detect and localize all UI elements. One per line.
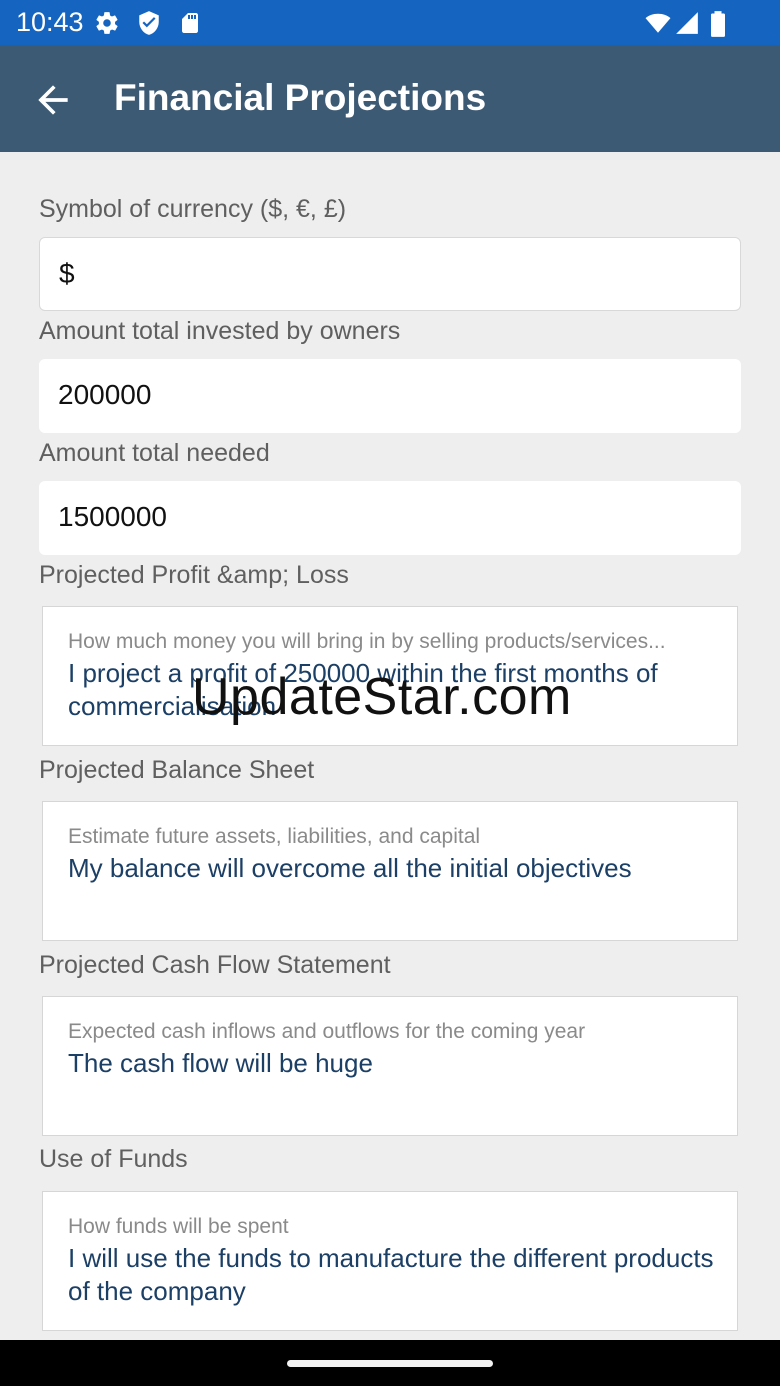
gear-icon	[94, 10, 120, 41]
status-bar: 10:43	[0, 0, 780, 46]
currency-input-value: $	[59, 258, 75, 289]
currency-label: Symbol of currency ($, €, £)	[39, 195, 347, 223]
use-of-funds-textarea[interactable]: How funds will be spent I will use the f…	[42, 1191, 738, 1331]
form-content: Symbol of currency ($, €, £) $ Amount to…	[0, 152, 780, 1340]
app-bar: Financial Projections	[0, 46, 780, 152]
cash-flow-placeholder: Expected cash inflows and outflows for t…	[68, 1020, 586, 1043]
use-of-funds-value: I will use the funds to manufacture the …	[68, 1243, 714, 1306]
needed-input[interactable]: 1500000	[39, 481, 741, 555]
balance-sheet-label: Projected Balance Sheet	[39, 756, 315, 784]
profit-loss-label: Projected Profit &amp; Loss	[39, 561, 349, 589]
back-button[interactable]	[30, 78, 76, 122]
balance-sheet-value: My balance will overcome all the initial…	[68, 853, 632, 883]
invested-label: Amount total invested by owners	[39, 317, 401, 345]
arrow-left-icon	[30, 85, 76, 126]
cash-flow-textarea[interactable]: Expected cash inflows and outflows for t…	[42, 996, 738, 1136]
invested-input-value: 200000	[58, 379, 152, 410]
page-title: Financial Projections	[114, 77, 487, 118]
invested-input[interactable]: 200000	[39, 359, 741, 433]
profit-loss-textarea[interactable]: How much money you will bring in by sell…	[42, 606, 738, 746]
use-of-funds-placeholder: How funds will be spent	[68, 1215, 289, 1238]
profit-loss-value: I project a profit of 250000 within the …	[68, 658, 658, 721]
balance-sheet-textarea[interactable]: Estimate future assets, liabilities, and…	[42, 801, 738, 941]
signal-icon	[674, 10, 700, 41]
navigation-bar	[0, 1340, 780, 1386]
wifi-icon	[644, 10, 672, 41]
status-time: 10:43	[16, 7, 84, 37]
currency-input[interactable]: $	[39, 237, 741, 311]
home-indicator[interactable]	[287, 1360, 493, 1367]
balance-sheet-placeholder: Estimate future assets, liabilities, and…	[68, 825, 481, 848]
sd-card-icon	[178, 10, 202, 41]
cash-flow-value: The cash flow will be huge	[68, 1048, 373, 1078]
cash-flow-label: Projected Cash Flow Statement	[39, 951, 391, 979]
shield-icon	[136, 10, 162, 41]
use-of-funds-label: Use of Funds	[39, 1145, 188, 1173]
battery-icon	[708, 10, 728, 43]
needed-label: Amount total needed	[39, 439, 270, 467]
profit-loss-placeholder: How much money you will bring in by sell…	[68, 630, 666, 653]
needed-input-value: 1500000	[58, 501, 168, 532]
